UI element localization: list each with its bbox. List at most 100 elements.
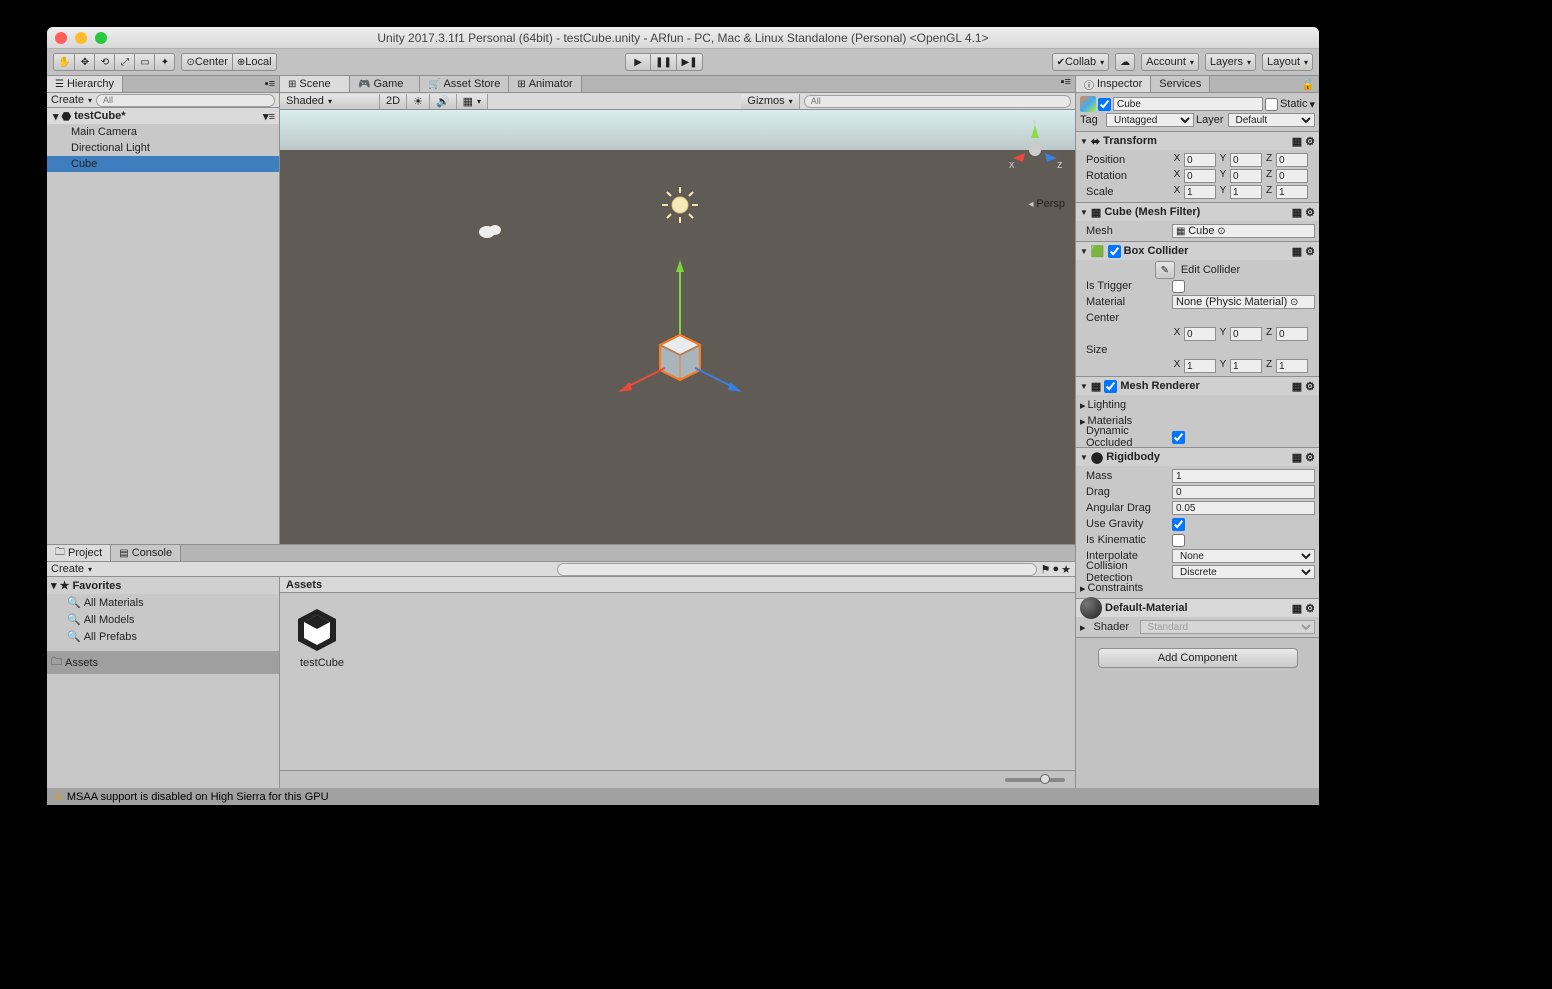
scale-y-field[interactable] — [1230, 185, 1262, 199]
scene-menu-icon[interactable]: ▾≡ — [263, 110, 279, 123]
static-dropdown-icon[interactable]: ▾ — [1309, 98, 1315, 111]
transform-tool-button[interactable]: ✦ — [155, 53, 175, 71]
hierarchy-create-dropdown[interactable]: Create — [51, 94, 92, 106]
pivot-center-button[interactable]: ⊙ Center — [181, 53, 232, 71]
lighting-toggle[interactable]: ☀ — [407, 94, 430, 109]
lock-icon[interactable]: 🔒 — [1297, 78, 1319, 91]
pos-y-field[interactable] — [1230, 153, 1262, 167]
box-collider-enabled[interactable] — [1108, 245, 1121, 258]
pause-button[interactable]: ❚❚ — [651, 53, 677, 71]
fav-all-models[interactable]: 🔍 All Models — [47, 611, 279, 628]
orientation-gizmo[interactable]: x y z — [1005, 120, 1065, 180]
tab-game[interactable]: 🎮 Game — [350, 76, 420, 92]
fav-all-prefabs[interactable]: 🔍 All Prefabs — [47, 628, 279, 645]
material-header[interactable]: Default-Material▦ ⚙ — [1076, 599, 1319, 617]
mesh-field[interactable]: ▦ Cube ⊙ — [1172, 224, 1315, 238]
scale-z-field[interactable] — [1276, 185, 1308, 199]
assets-grid[interactable]: testCube — [280, 593, 1075, 770]
collider-sz-field[interactable] — [1276, 359, 1308, 373]
is-trigger-checkbox[interactable] — [1172, 280, 1185, 293]
2d-toggle[interactable]: 2D — [380, 94, 407, 109]
drag-field[interactable] — [1172, 485, 1315, 499]
collision-detection-dropdown[interactable]: Discrete — [1172, 565, 1315, 579]
assets-folder[interactable]: 🗀 Assets — [47, 651, 279, 674]
rot-x-field[interactable] — [1184, 169, 1216, 183]
collider-sx-field[interactable] — [1184, 359, 1216, 373]
hierarchy-item-cube[interactable]: Cube — [47, 156, 279, 172]
scene-search-input[interactable] — [804, 95, 1071, 108]
use-gravity-checkbox[interactable] — [1172, 518, 1185, 531]
tab-scene[interactable]: ⊞ Scene — [280, 76, 350, 92]
fx-toggle[interactable]: ▦ — [457, 94, 488, 109]
hand-tool-button[interactable]: ✋ — [53, 53, 75, 71]
cube-with-gizmo[interactable] — [590, 250, 770, 430]
interpolate-dropdown[interactable]: None — [1172, 549, 1315, 563]
mass-field[interactable] — [1172, 469, 1315, 483]
filter-icon-2[interactable]: ● — [1052, 563, 1059, 575]
step-button[interactable]: ▶❚ — [677, 53, 703, 71]
panel-menu-icon[interactable]: ▪≡ — [1057, 76, 1075, 92]
object-name-field[interactable] — [1113, 97, 1263, 111]
collider-cy-field[interactable] — [1230, 327, 1262, 341]
tab-inspector[interactable]: ⓘ Inspector — [1076, 76, 1151, 92]
collider-cx-field[interactable] — [1184, 327, 1216, 341]
active-checkbox[interactable] — [1098, 98, 1111, 111]
thumbnail-size-slider[interactable] — [1005, 778, 1065, 782]
cloud-button[interactable]: ☁ — [1115, 53, 1135, 71]
scene-viewport[interactable]: x y z ◂ Persp — [280, 110, 1075, 544]
mesh-renderer-enabled[interactable] — [1104, 380, 1117, 393]
gizmos-dropdown[interactable]: Gizmos — [741, 94, 799, 109]
mesh-filter-header[interactable]: ▼▦ Cube (Mesh Filter)▦ ⚙ — [1076, 203, 1319, 221]
pos-x-field[interactable] — [1184, 153, 1216, 167]
hierarchy-item-light[interactable]: Directional Light — [47, 140, 279, 156]
angular-drag-field[interactable] — [1172, 501, 1315, 515]
layer-dropdown[interactable]: Default — [1228, 113, 1316, 127]
tab-asset-store[interactable]: 🛒 Asset Store — [420, 76, 509, 92]
asset-testcube[interactable]: testCube — [290, 603, 354, 669]
box-collider-header[interactable]: ▼🟩 Box Collider▦ ⚙ — [1076, 242, 1319, 260]
rot-z-field[interactable] — [1276, 169, 1308, 183]
project-search-input[interactable] — [557, 563, 1036, 576]
tab-console[interactable]: ▤ Console — [111, 545, 181, 561]
filter-icon[interactable]: ⚑ — [1041, 563, 1051, 576]
pivot-local-button[interactable]: ⊕ Local — [233, 53, 277, 71]
edit-collider-button[interactable]: ✎ — [1155, 261, 1175, 279]
is-kinematic-checkbox[interactable] — [1172, 534, 1185, 547]
collab-dropdown[interactable]: ✔ Collab — [1052, 53, 1110, 71]
hierarchy-tab[interactable]: ☰ Hierarchy — [47, 76, 123, 92]
add-component-button[interactable]: Add Component — [1098, 648, 1298, 668]
mesh-renderer-header[interactable]: ▼▦ Mesh Renderer▦ ⚙ — [1076, 377, 1319, 395]
tag-dropdown[interactable]: Untagged — [1106, 113, 1194, 127]
shading-dropdown[interactable]: Shaded — [280, 94, 380, 109]
layers-dropdown[interactable]: Layers — [1205, 53, 1256, 71]
tab-project[interactable]: 🗀 Project — [47, 545, 111, 561]
tab-services[interactable]: Services — [1151, 76, 1210, 92]
rect-tool-button[interactable]: ▭ — [135, 53, 155, 71]
dyn-occluded-checkbox[interactable] — [1172, 431, 1185, 444]
layout-dropdown[interactable]: Layout — [1262, 53, 1313, 71]
foldout-icon[interactable]: ▾ — [53, 110, 59, 123]
play-button[interactable]: ▶ — [625, 53, 651, 71]
scale-x-field[interactable] — [1184, 185, 1216, 199]
fav-all-materials[interactable]: 🔍 All Materials — [47, 594, 279, 611]
favorites-header[interactable]: ▾ ★ Favorites — [47, 577, 279, 594]
project-create-dropdown[interactable]: Create — [51, 563, 92, 575]
rotate-tool-button[interactable]: ⟲ — [95, 53, 115, 71]
rot-y-field[interactable] — [1230, 169, 1262, 183]
physic-material-field[interactable]: None (Physic Material) ⊙ — [1172, 295, 1315, 309]
pos-z-field[interactable] — [1276, 153, 1308, 167]
move-tool-button[interactable]: ✥ — [75, 53, 95, 71]
rigidbody-header[interactable]: ▼⬤ Rigidbody▦ ⚙ — [1076, 448, 1319, 466]
lighting-foldout[interactable]: ▸ Lighting — [1080, 397, 1315, 413]
panel-menu-icon[interactable]: ▪≡ — [261, 78, 279, 90]
collider-sy-field[interactable] — [1230, 359, 1262, 373]
collider-cz-field[interactable] — [1276, 327, 1308, 341]
constraints-foldout[interactable]: ▸ Constraints — [1080, 580, 1315, 596]
transform-header[interactable]: ▼⬌ Transform▦ ⚙ — [1076, 132, 1319, 150]
static-checkbox[interactable] — [1265, 98, 1278, 111]
breadcrumb[interactable]: Assets — [280, 577, 1075, 593]
tab-animator[interactable]: ⊞ Animator — [509, 76, 581, 92]
scene-row[interactable]: ▾ ⬣ testCube* ▾≡ — [47, 108, 279, 124]
account-dropdown[interactable]: Account — [1141, 53, 1199, 71]
audio-toggle[interactable]: 🔊 — [430, 94, 457, 109]
